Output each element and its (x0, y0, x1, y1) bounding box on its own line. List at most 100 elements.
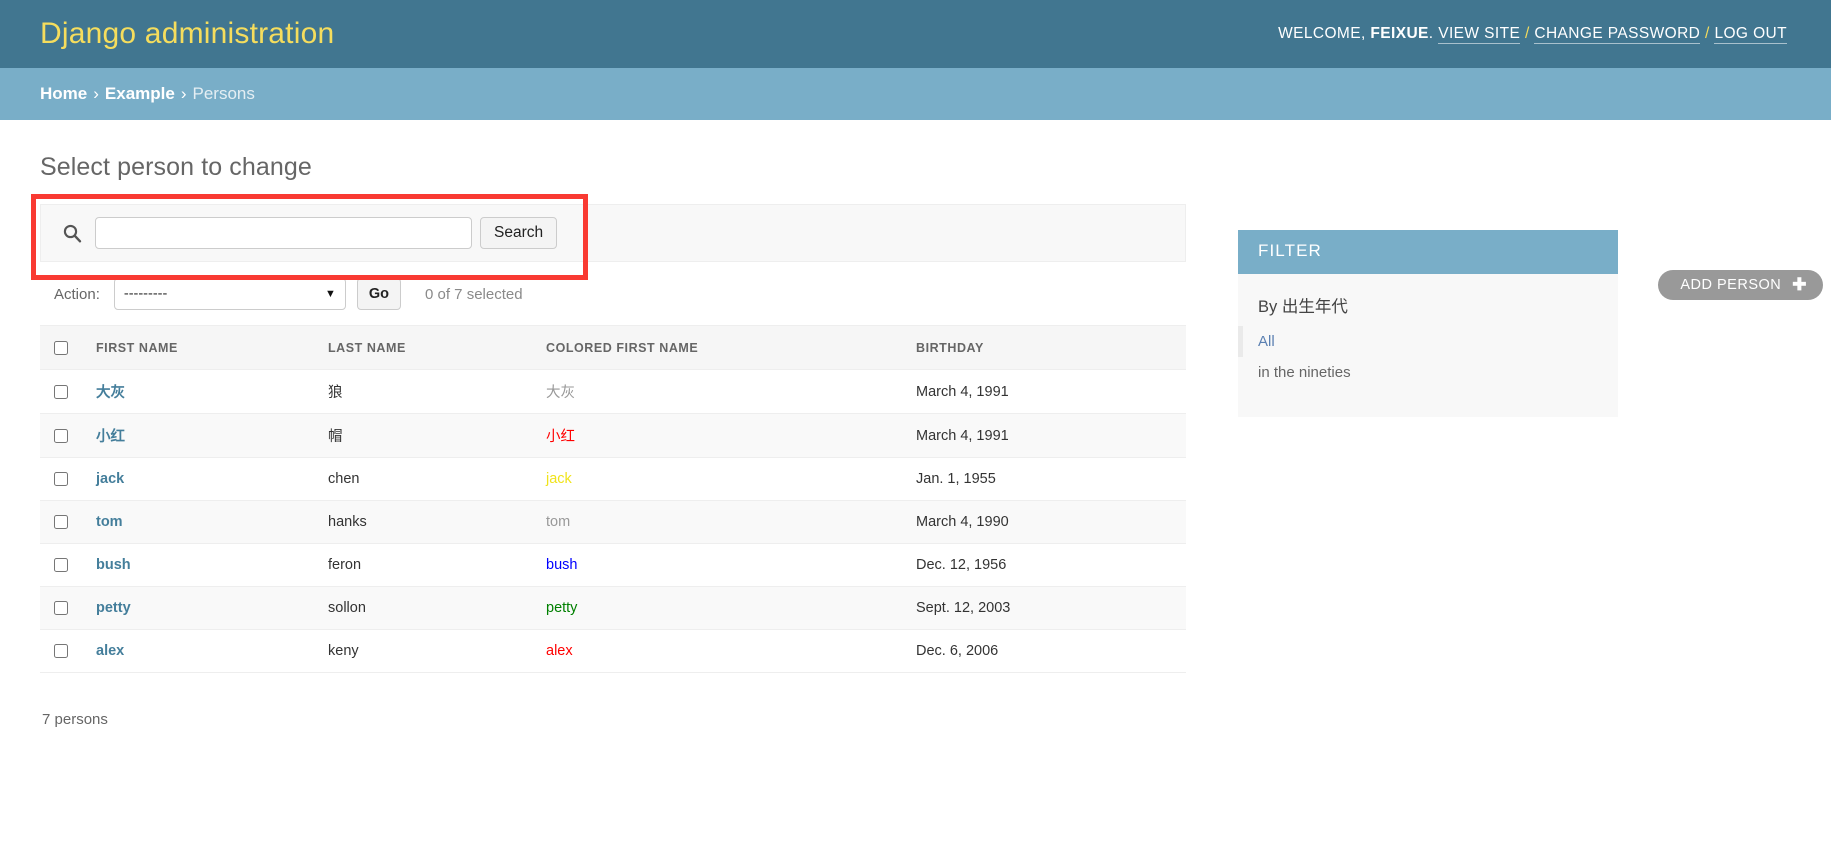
change-password-link[interactable]: CHANGE PASSWORD (1534, 25, 1701, 44)
changelist-layout: Search Action: --------- ▼ Go 0 of 7 sel… (31, 194, 1791, 743)
cell-last-name: sollon (318, 586, 536, 630)
column-header-first-name[interactable]: FIRST NAME (86, 325, 318, 370)
filter-options-list: All in the nineties (1238, 326, 1618, 417)
action-counter: 0 of 7 selected (425, 285, 523, 303)
action-select[interactable]: --------- ▼ (113, 278, 346, 310)
cell-first-name: bush (86, 543, 318, 587)
row-checkbox[interactable] (54, 601, 68, 616)
user-tools: WELCOME, FEIXUE. VIEW SITE / CHANGE PASS… (1278, 25, 1791, 44)
cell-last-name: hanks (318, 500, 536, 544)
column-header-birthday[interactable]: BIRTHDAY (906, 325, 1186, 370)
breadcrumb-separator-icon: › (180, 84, 187, 103)
cell-birthday: Dec. 12, 1956 (906, 543, 1186, 587)
filter-option[interactable]: in the nineties (1238, 357, 1618, 388)
breadcrumb-item-persons: Persons (192, 84, 255, 103)
cell-last-name: keny (318, 629, 536, 673)
log-out-link[interactable]: LOG OUT (1714, 25, 1787, 44)
filter-group-heading: By 出生年代 (1258, 298, 1348, 316)
cell-birthday: March 4, 1991 (906, 369, 1186, 414)
cell-first-name: 大灰 (86, 369, 318, 414)
cell-birthday: Jan. 1, 1955 (906, 457, 1186, 501)
colored-name: alex (546, 643, 573, 659)
cell-first-name: 小红 (86, 413, 318, 458)
person-link[interactable]: 小红 (96, 429, 125, 445)
breadcrumb-item-home[interactable]: Home (40, 84, 87, 104)
chevron-down-icon: ▼ (324, 288, 336, 300)
add-person-label: ADD PERSON (1680, 277, 1782, 293)
search-toolbar: Search (40, 204, 1186, 262)
colored-name: jack (546, 471, 572, 487)
cell-first-name: tom (86, 500, 318, 544)
row-select-cell (40, 369, 86, 414)
cell-colored-first-name: alex (536, 629, 906, 673)
person-link[interactable]: bush (96, 557, 131, 573)
breadcrumb-separator-icon: › (93, 84, 99, 103)
person-link[interactable]: petty (96, 600, 131, 616)
filter-option-link[interactable]: All (1258, 333, 1275, 350)
breadcrumb: Home › Example › Persons (0, 68, 1831, 120)
table-row: jack chen jack Jan. 1, 1955 (40, 457, 1186, 501)
results-table-head: FIRST NAME LAST NAME COLORED FIRST NAME … (40, 325, 1186, 370)
person-link[interactable]: 大灰 (96, 385, 125, 401)
table-row: tom hanks tom March 4, 1990 (40, 500, 1186, 544)
cell-colored-first-name: 小红 (536, 413, 906, 458)
table-row: 大灰狼大灰 March 4, 1991 (40, 369, 1186, 414)
row-checkbox[interactable] (54, 384, 68, 399)
user-tools-separator-1: / (1524, 25, 1530, 42)
row-select-cell (40, 457, 86, 501)
table-row: bush feron bush Dec. 12, 1956 (40, 543, 1186, 587)
add-person-button[interactable]: ADD PERSON ✚ (1658, 270, 1823, 300)
column-header-last-name[interactable]: LAST NAME (318, 325, 536, 370)
filter-option-link[interactable]: in the nineties (1258, 364, 1351, 381)
row-checkbox[interactable] (54, 472, 68, 487)
cell-last-name: chen (318, 457, 536, 501)
row-checkbox[interactable] (54, 558, 68, 573)
page-container: Select person to change ADD PERSON ✚ Sea… (0, 120, 1831, 743)
cell-birthday: Sept. 12, 2003 (906, 586, 1186, 630)
row-select-cell (40, 413, 86, 458)
select-all-checkbox[interactable] (54, 340, 68, 355)
cell-colored-first-name: petty (536, 586, 906, 630)
row-checkbox[interactable] (54, 515, 68, 530)
table-row: petty sollon petty Sept. 12, 2003 (40, 586, 1186, 630)
cell-colored-first-name: bush (536, 543, 906, 587)
person-link[interactable]: tom (96, 514, 123, 530)
person-link[interactable]: jack (96, 471, 124, 487)
cell-first-name: jack (86, 457, 318, 501)
cell-colored-first-name: jack (536, 457, 906, 501)
colored-name: 小红 (546, 429, 575, 445)
person-link[interactable]: alex (96, 643, 124, 659)
cell-first-name: alex (86, 629, 318, 673)
view-site-link[interactable]: VIEW SITE (1438, 25, 1521, 44)
search-toolbar-wrapper: Search (31, 194, 1186, 280)
cell-birthday: March 4, 1991 (906, 413, 1186, 458)
search-icon (59, 220, 85, 246)
cell-last-name: 狼 (318, 369, 536, 414)
result-count: 7 persons (42, 711, 108, 728)
username-label: FEIXUE (1370, 25, 1429, 42)
object-tools: ADD PERSON ✚ (1658, 270, 1823, 300)
row-checkbox[interactable] (54, 428, 68, 443)
cell-first-name: petty (86, 586, 318, 630)
site-title[interactable]: Django administration (40, 17, 334, 51)
user-tools-separator-2: / (1705, 25, 1710, 42)
search-input[interactable] (95, 217, 472, 249)
cell-birthday: March 4, 1990 (906, 500, 1186, 544)
cell-colored-first-name: 大灰 (536, 369, 906, 414)
cell-birthday: Dec. 6, 2006 (906, 629, 1186, 673)
search-button[interactable]: Search (480, 217, 558, 249)
column-header-colored-first-name[interactable]: COLORED FIRST NAME (536, 325, 906, 370)
select-all-header (40, 325, 86, 370)
filter-option[interactable]: All (1238, 326, 1618, 358)
colored-name: 大灰 (546, 385, 575, 401)
action-label: Action: (54, 285, 100, 303)
row-checkbox[interactable] (54, 644, 68, 659)
plus-icon: ✚ (1792, 275, 1807, 294)
breadcrumb-item-example[interactable]: Example (105, 84, 175, 104)
actions-bar: Action: --------- ▼ Go 0 of 7 selected (40, 262, 1186, 325)
colored-name: bush (546, 557, 578, 573)
go-button[interactable]: Go (356, 278, 401, 310)
table-row: alex keny alex Dec. 6, 2006 (40, 629, 1186, 673)
action-selected-value: --------- (123, 286, 168, 302)
row-select-cell (40, 586, 86, 630)
